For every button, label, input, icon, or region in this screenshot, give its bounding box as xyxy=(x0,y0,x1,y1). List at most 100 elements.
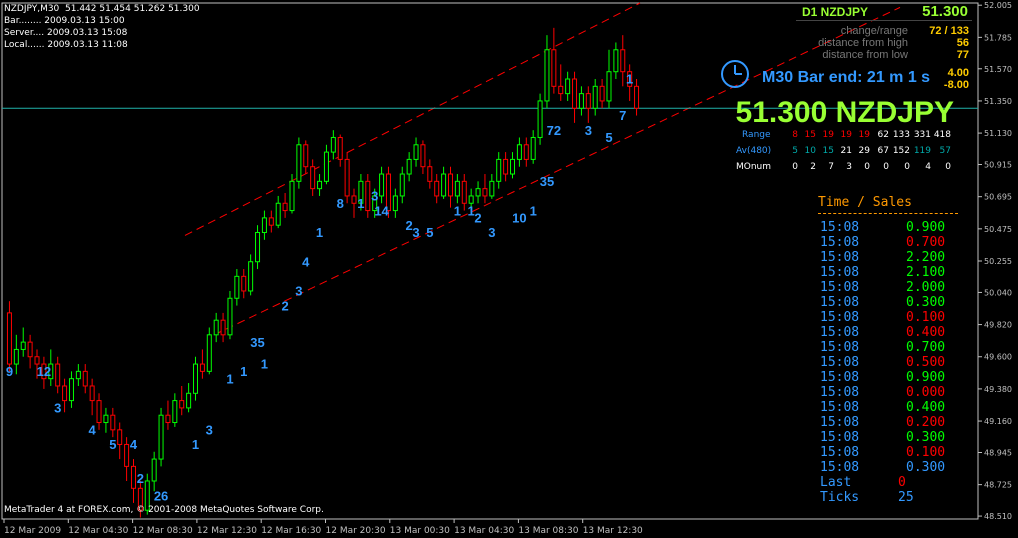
candle xyxy=(351,188,357,218)
time-sales-row: 15:08 0.500 xyxy=(820,355,945,370)
candle xyxy=(317,174,323,196)
count-label: 5 xyxy=(109,437,116,452)
time-sales-time: 15:08 xyxy=(820,400,860,415)
candle xyxy=(27,334,33,369)
dist-low-value: 77 xyxy=(956,49,969,61)
time-sales-row: 15:08 0.200 xyxy=(820,415,945,430)
candle-body xyxy=(268,217,274,226)
candle xyxy=(454,174,460,204)
ticks-value: 25 xyxy=(898,490,914,505)
d1-label: D1 NZDJPY xyxy=(802,5,869,19)
monum-v3: 3 xyxy=(846,162,852,172)
y-tick-label: 49.600 xyxy=(984,353,1012,362)
time-sales-time: 15:08 xyxy=(820,385,860,400)
count-label: 35 xyxy=(250,335,264,350)
time-sales-value: 0.300 xyxy=(906,460,946,475)
time-sales-row: 15:08 0.100 xyxy=(820,310,945,325)
av-v4: 29 xyxy=(858,146,870,156)
candle xyxy=(124,437,130,481)
copyright: MetaTrader 4 at FOREX.com, © 2001-2008 M… xyxy=(4,505,324,515)
monum-v0: 0 xyxy=(792,162,798,172)
count-label: 72 xyxy=(547,123,561,138)
count-label: 8 xyxy=(337,196,344,211)
time-sales-value: 0.100 xyxy=(906,310,946,325)
ticks-row: Ticks 25 xyxy=(820,490,914,505)
candle xyxy=(530,130,536,164)
candle-body xyxy=(317,180,323,190)
candle-body xyxy=(62,385,68,402)
candle-body xyxy=(592,85,598,109)
candle xyxy=(13,334,19,375)
y-tick-label: 49.160 xyxy=(984,417,1012,426)
candle xyxy=(392,188,398,218)
candle xyxy=(537,93,543,145)
count-label: 12 xyxy=(37,364,51,379)
y-tick-label: 50.695 xyxy=(984,193,1012,202)
candle-body xyxy=(220,319,226,336)
time-sales-time: 15:08 xyxy=(820,340,860,355)
x-tick-label: 12 Mar 12:30 xyxy=(197,526,257,536)
time-sales-value: 0.700 xyxy=(906,340,946,355)
symbol-header: NZDJPY,M30 51.442 51.454 51.262 51.300 xyxy=(4,4,200,14)
candle-body xyxy=(179,400,185,409)
count-label: 35 xyxy=(540,174,554,189)
candle-body xyxy=(82,370,88,387)
time-sales-time: 15:08 xyxy=(820,325,860,340)
candle xyxy=(592,79,598,116)
candle-body xyxy=(323,151,329,182)
range-label: Range xyxy=(742,130,771,140)
time-sales-time: 15:08 xyxy=(820,430,860,445)
y-tick-label: 48.510 xyxy=(984,512,1012,521)
x-tick-label: 12 Mar 04:30 xyxy=(68,526,128,536)
candle xyxy=(193,356,199,401)
candle xyxy=(510,152,516,179)
candle xyxy=(186,383,192,413)
candle xyxy=(275,195,281,229)
candle xyxy=(255,225,261,270)
candle-body xyxy=(413,144,419,160)
count-label: 4 xyxy=(302,254,310,269)
time-sales-title: Time / Sales xyxy=(818,195,912,210)
time-sales-row: 15:08 0.900 xyxy=(820,220,945,235)
time-sales-value: 2.100 xyxy=(906,265,946,280)
candle-body xyxy=(68,378,74,402)
candle-body xyxy=(351,195,357,204)
last-label: Last xyxy=(820,475,852,490)
candle-body xyxy=(613,49,619,73)
candle-body xyxy=(296,144,302,182)
candle-body xyxy=(461,180,467,204)
candle-body xyxy=(248,261,254,292)
change-range-value: 72 / 133 xyxy=(929,25,969,37)
y-tick-label: 51.130 xyxy=(984,129,1012,138)
y-tick-label: 50.475 xyxy=(984,225,1012,234)
count-label: 3 xyxy=(585,123,592,138)
count-label: 4 xyxy=(130,437,138,452)
time-sales-value: 0.400 xyxy=(906,400,946,415)
y-tick-label: 49.380 xyxy=(984,385,1012,394)
time-sales-row: 15:08 2.200 xyxy=(820,250,945,265)
candle xyxy=(379,166,385,204)
x-tick-label: 12 Mar 16:30 xyxy=(261,526,321,536)
candle-body xyxy=(510,158,516,175)
count-label: 1 xyxy=(226,371,233,386)
count-label: 7 xyxy=(619,108,626,123)
d1-price: 51.300 xyxy=(922,3,968,20)
time-sales-value: 0.700 xyxy=(906,235,946,250)
candle xyxy=(496,152,502,189)
x-tick-label: 13 Mar 04:30 xyxy=(454,526,514,536)
time-sales-time: 15:08 xyxy=(820,265,860,280)
big-price: 51.300 NZDJPY xyxy=(735,96,954,129)
monum-v2: 7 xyxy=(828,162,834,172)
candle xyxy=(62,378,68,413)
av-v5: 67 xyxy=(877,146,889,156)
candle xyxy=(158,407,164,467)
candle xyxy=(420,140,426,175)
x-tick-label: 12 Mar 08:30 xyxy=(133,526,193,536)
candle xyxy=(179,385,185,416)
candle-body xyxy=(482,188,488,197)
candle-body xyxy=(20,341,26,350)
bar-end-value-2: -8.00 xyxy=(943,79,969,91)
candle xyxy=(89,378,95,416)
candle-body xyxy=(186,392,192,409)
time-sales-time: 15:08 xyxy=(820,235,860,250)
